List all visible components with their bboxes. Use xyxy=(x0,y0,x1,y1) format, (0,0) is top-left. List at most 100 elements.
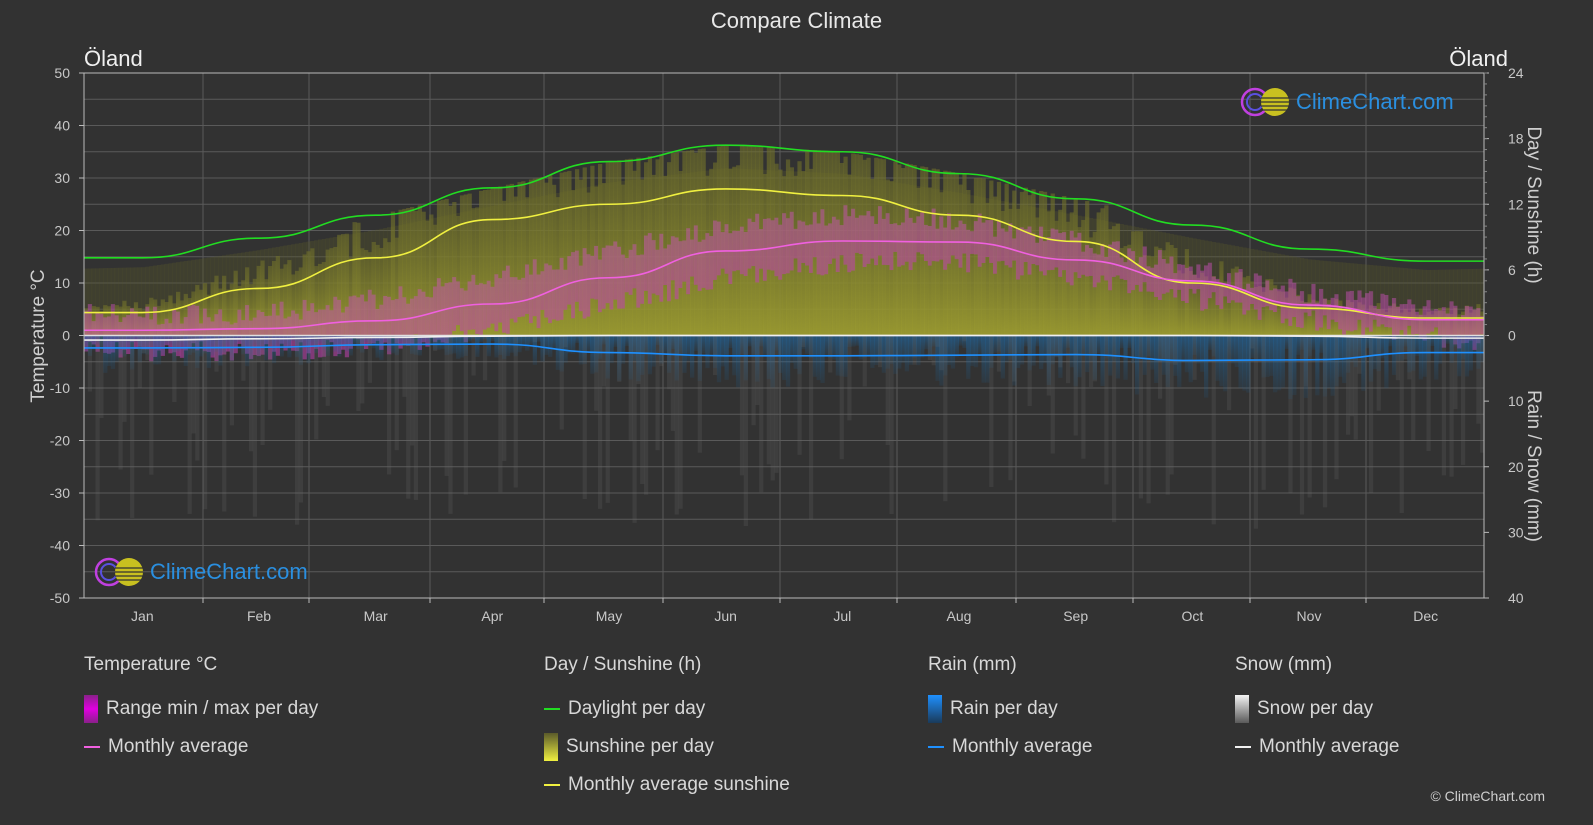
month-label: Jun xyxy=(714,608,737,624)
temperature-day-bar xyxy=(705,233,710,290)
sunshine-day-bar xyxy=(962,174,967,336)
temperature-day-bar xyxy=(851,208,856,271)
temperature-day-bar xyxy=(651,240,656,294)
temperature-day-bar xyxy=(808,224,814,273)
legend-rain: Rain (mm) Rain per day Monthly average xyxy=(928,654,1092,766)
snow-average-swatch xyxy=(1235,746,1251,748)
temperature-day-bar xyxy=(536,274,541,329)
temperature-day-bar xyxy=(954,227,959,260)
temperature-day-bar xyxy=(475,284,480,334)
logo-bottom-left[interactable]: ClimeChart.com xyxy=(94,556,308,588)
temperature-day-bar xyxy=(824,225,829,275)
temperature-day-bar xyxy=(1069,230,1074,286)
precip-day-bar xyxy=(195,335,200,461)
temperature-day-bar xyxy=(1119,257,1124,279)
rain-day-bar xyxy=(709,335,714,354)
temperature-day-bar xyxy=(624,257,630,293)
rain-day-bar xyxy=(1326,335,1331,388)
precip-day-bar xyxy=(839,335,844,460)
rain-day-bar xyxy=(920,335,925,358)
temperature-day-bar xyxy=(874,223,879,266)
sunshine-day-bar xyxy=(1012,190,1017,336)
precip-day-bar xyxy=(1399,335,1404,513)
rain-day-bar xyxy=(574,335,580,344)
rain-day-bar xyxy=(1269,335,1274,376)
rain-day-bar xyxy=(1000,335,1005,379)
temperature-day-bar xyxy=(678,241,683,289)
sunshine-swatch xyxy=(544,733,558,761)
legend-label: Monthly average xyxy=(1259,736,1400,757)
precip-day-bar xyxy=(172,335,177,403)
climechart-logo-icon xyxy=(1240,87,1289,117)
temperature-day-bar xyxy=(540,271,545,310)
temperature-day-bar xyxy=(1154,264,1159,297)
legend-label: Daylight per day xyxy=(568,698,706,719)
daily-bars xyxy=(84,145,1485,529)
temperature-day-bar xyxy=(1073,237,1078,273)
precip-day-bar xyxy=(1345,335,1351,435)
precip-day-bar xyxy=(356,335,361,411)
temperature-day-bar xyxy=(1391,298,1397,340)
precip-day-bar xyxy=(1092,335,1098,382)
rain-day-bar xyxy=(160,335,165,355)
temperature-day-bar xyxy=(931,208,936,262)
precip-day-bar xyxy=(149,335,154,475)
legend-label: Monthly average xyxy=(108,736,249,757)
legend-label: Sunshine per day xyxy=(566,736,714,757)
rain-day-bar xyxy=(1457,335,1462,377)
precip-day-bar xyxy=(1449,335,1454,477)
rain-day-bar xyxy=(525,335,530,351)
legend-label: Monthly average xyxy=(952,736,1093,757)
temperature-day-bar xyxy=(1437,310,1443,336)
precip-day-bar xyxy=(601,335,607,387)
precip-day-bar xyxy=(1054,335,1059,357)
rain-day-bar xyxy=(897,335,902,369)
rain-day-bar xyxy=(1180,335,1186,363)
temperature-day-bar xyxy=(647,233,653,304)
rain-day-bar xyxy=(245,335,250,367)
rain-day-bar xyxy=(947,335,952,365)
temperature-day-bar xyxy=(571,252,576,319)
legend-item: Monthly average xyxy=(1235,728,1399,766)
temperature-day-bar xyxy=(452,277,457,331)
month-label: Aug xyxy=(947,608,972,624)
legend-item: Sunshine per day xyxy=(544,728,790,766)
left-tick-label: 20 xyxy=(54,223,70,239)
rain-day-bar xyxy=(548,335,553,357)
logo-top-right[interactable]: ClimeChart.com xyxy=(1240,86,1454,118)
temperature-day-bar xyxy=(1430,310,1435,332)
precip-day-bar xyxy=(1368,335,1374,494)
sunshine-day-bar xyxy=(590,165,595,336)
temperature-day-bar xyxy=(870,216,875,259)
precip-day-bar xyxy=(187,335,192,514)
right-top-tick-label: 6 xyxy=(1508,262,1516,278)
rain-day-bar xyxy=(985,335,990,383)
temperature-day-bar xyxy=(1296,296,1301,328)
precip-day-bar xyxy=(95,335,100,521)
temperature-day-bar xyxy=(701,239,706,288)
rain-day-bar xyxy=(1131,335,1136,364)
rain-day-bar xyxy=(1434,335,1439,380)
temperature-day-bar xyxy=(1050,228,1055,270)
rain-day-bar xyxy=(1422,335,1427,377)
temperature-day-bar xyxy=(1299,291,1305,328)
temperature-day-bar xyxy=(1365,293,1370,328)
rain-day-bar xyxy=(973,335,979,368)
rain-day-bar xyxy=(1127,335,1132,348)
precip-day-bar xyxy=(394,335,399,451)
rain-day-bar xyxy=(1188,335,1193,383)
temperature-day-bar xyxy=(877,206,883,256)
rain-day-bar xyxy=(1042,335,1048,364)
rain-day-bar xyxy=(904,335,910,372)
precip-day-bar xyxy=(931,335,936,366)
temperature-day-bar xyxy=(291,310,296,351)
temperature-day-bar xyxy=(555,269,561,321)
sunshine-average-swatch xyxy=(544,784,560,786)
temperature-day-bar xyxy=(1426,300,1431,334)
precip-day-bar xyxy=(498,335,503,493)
temperature-day-bar xyxy=(1368,291,1374,332)
sunshine-day-bar xyxy=(628,158,633,336)
sunshine-day-bar xyxy=(1081,219,1086,336)
temperature-day-bar xyxy=(1062,232,1067,271)
temperature-day-bar xyxy=(1161,259,1167,294)
